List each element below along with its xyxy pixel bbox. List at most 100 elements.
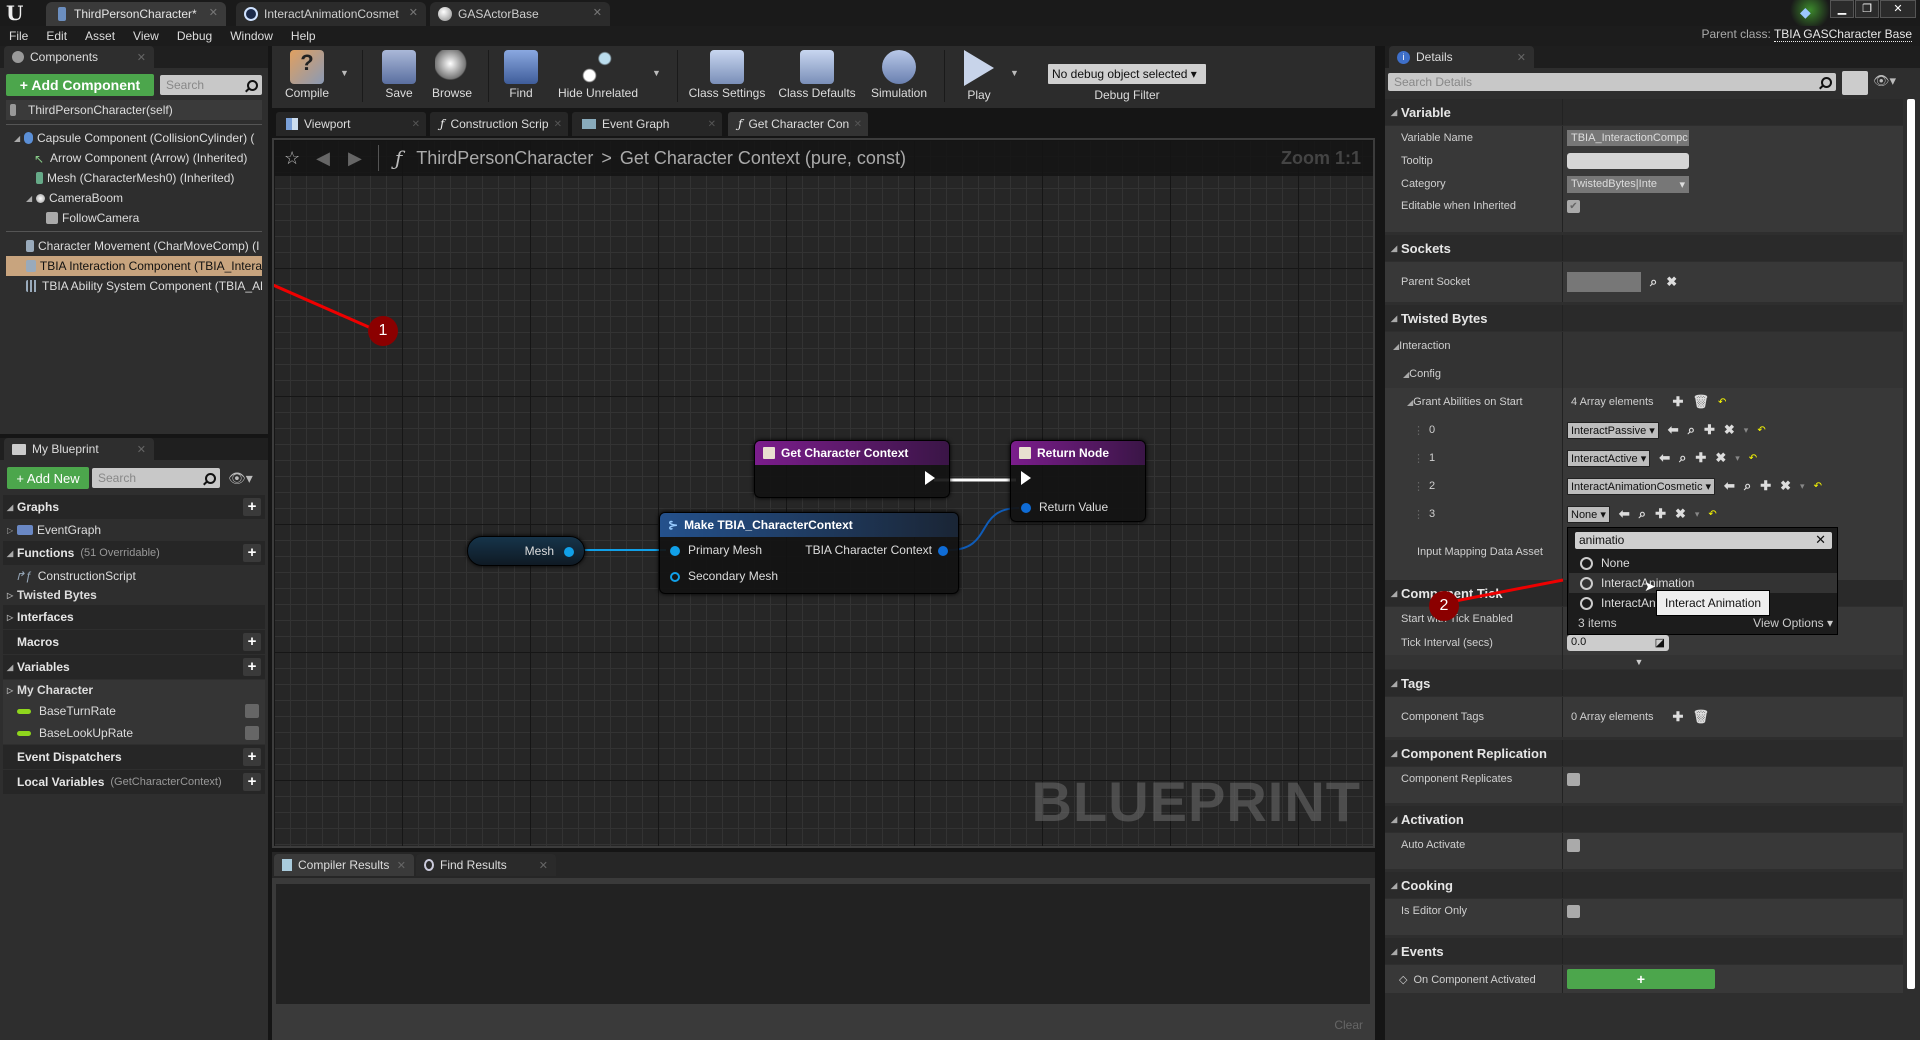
graph-tab-viewport[interactable]: Viewport ✕ (276, 112, 426, 136)
section-label: Graphs (17, 500, 60, 514)
simulation-button[interactable]: Simulation (862, 50, 936, 100)
blueprint-graph-canvas[interactable]: ☆ ◀ ▶ ƒ ThirdPersonCharacter > Get Chara… (272, 138, 1375, 848)
graph-tab-label: Event Graph (602, 117, 670, 131)
close-tab-icon[interactable]: ✕ (539, 859, 548, 872)
component-cameraboom[interactable]: ◢ CameraBoom (26, 188, 264, 208)
component-tbia-interaction[interactable]: TBIA Interaction Component (TBIA_Intera (6, 256, 262, 276)
section-variables[interactable]: ◢ Variables + (3, 655, 265, 679)
component-capsule[interactable]: ◢ Capsule Component (CollisionCylinder) ( (14, 128, 264, 148)
separator (677, 50, 678, 102)
visibility-toggle-icon[interactable] (245, 704, 259, 718)
item-constructionscript[interactable]: ↱ƒ ConstructionScript (3, 566, 265, 586)
class-defaults-button[interactable]: Class Defaults (772, 50, 862, 100)
parent-class-link[interactable]: TBIA GASCharacter Base (1773, 27, 1912, 42)
add-variable-button[interactable]: + (243, 658, 261, 676)
unreal-logo-icon: U (6, 1, 24, 25)
section-functions[interactable]: ◢ Functions (51 Overridable) + (3, 541, 265, 565)
restore-button[interactable]: ❐ (1855, 0, 1879, 18)
hide-unrelated-dropdown[interactable]: ▼ (652, 68, 661, 78)
close-tab-icon[interactable]: ✕ (137, 443, 146, 456)
compile-button[interactable]: ? Compile (272, 50, 342, 100)
item-my-character[interactable]: ▷ My Character (3, 680, 265, 700)
close-tab-icon[interactable]: ✕ (412, 119, 420, 130)
add-function-button[interactable]: + (243, 544, 261, 562)
variable-baseturnrate[interactable]: BaseTurnRate (3, 700, 265, 722)
close-tab-icon[interactable]: ✕ (397, 859, 406, 872)
components-search-input[interactable]: Search (160, 75, 262, 95)
component-mesh[interactable]: Mesh (CharacterMesh0) (Inherited) (36, 168, 264, 188)
divider (6, 124, 262, 125)
save-icon (382, 50, 416, 84)
components-tab[interactable]: Components ✕ (4, 46, 154, 68)
event-graph-icon (17, 525, 33, 535)
item-label: EventGraph (37, 523, 102, 537)
section-graphs[interactable]: ◢ Graphs + (3, 495, 265, 519)
component-character-movement[interactable]: Character Movement (CharMoveComp) (I (26, 236, 264, 256)
view-options-eye-icon[interactable]: 👁▾ (228, 470, 253, 487)
section-interfaces[interactable]: ▷ Interfaces (3, 605, 265, 629)
add-macro-button[interactable]: + (243, 633, 261, 651)
class-settings-button[interactable]: Class Settings (682, 50, 772, 100)
doc-tab-thirdpersoncharacter[interactable]: ThirdPersonCharacter* ✕ (46, 2, 226, 26)
browse-button[interactable]: Browse (417, 50, 487, 100)
menu-debug[interactable]: Debug (168, 29, 221, 43)
close-tab-icon[interactable]: ✕ (209, 6, 218, 19)
close-window-button[interactable]: ✕ (1880, 0, 1916, 18)
play-options-dropdown[interactable]: ▼ (1010, 68, 1019, 78)
item-eventgraph[interactable]: ▷ EventGraph (3, 520, 265, 540)
component-root[interactable]: ThirdPersonCharacter(self) (6, 100, 262, 120)
close-tab-icon[interactable]: ✕ (137, 51, 146, 64)
float-type-icon (17, 730, 31, 736)
play-button[interactable]: Play (944, 50, 1014, 102)
section-local-variables[interactable]: Local Variables (GetCharacterContext) + (3, 770, 265, 794)
doc-tab-gasactorbase[interactable]: GASActorBase ✕ (430, 2, 610, 26)
graph-tab-label: Get Character Con (748, 117, 850, 131)
divider (6, 231, 262, 232)
visibility-toggle-icon[interactable] (245, 726, 259, 740)
item-twisted-bytes[interactable]: ▷ Twisted Bytes (3, 586, 265, 604)
doc-tab-interactanimation[interactable]: InteractAnimationCosmet ✕ (236, 2, 426, 26)
clear-button[interactable]: Clear (1334, 1018, 1363, 1032)
expand-icon: ◢ (26, 193, 33, 203)
menu-help[interactable]: Help (282, 29, 325, 43)
menu-edit[interactable]: Edit (37, 29, 76, 43)
tab-compiler-results[interactable]: Compiler Results ✕ (274, 854, 414, 876)
source-control-icon[interactable]: ◆ (1800, 4, 1811, 21)
section-label: Local Variables (17, 775, 105, 789)
graph-tab-construction-script[interactable]: ƒ Construction Scrip ✕ (430, 112, 568, 136)
menu-file[interactable]: File (0, 29, 37, 43)
add-component-button[interactable]: + Add Component (6, 74, 154, 96)
component-followcamera[interactable]: FollowCamera (46, 208, 264, 228)
close-tab-icon[interactable]: ✕ (708, 119, 716, 130)
menu-asset[interactable]: Asset (76, 29, 124, 43)
close-tab-icon[interactable]: ✕ (593, 6, 602, 19)
compile-options-dropdown[interactable]: ▼ (340, 68, 349, 78)
close-tab-icon[interactable]: ✕ (554, 119, 562, 130)
class-settings-label: Class Settings (688, 86, 766, 100)
close-tab-icon[interactable]: ✕ (854, 119, 862, 130)
component-arrow[interactable]: ↖ Arrow Component (Arrow) (Inherited) (34, 148, 264, 168)
add-local-variable-button[interactable]: + (243, 773, 261, 791)
debug-object-select[interactable]: No debug object selected ▾ (1048, 64, 1206, 84)
add-new-button[interactable]: + Add New (7, 467, 89, 489)
annotation-arrows (274, 283, 381, 334)
graph-tab-get-character-context[interactable]: ƒ Get Character Con ✕ (728, 112, 868, 136)
tab-find-results[interactable]: Find Results ✕ (416, 854, 556, 876)
my-blueprint-tab[interactable]: My Blueprint ✕ (4, 438, 154, 460)
component-tbia-ability-system[interactable]: TBIA Ability System Component (TBIA_Al (26, 276, 264, 296)
minimize-button[interactable]: ▁ (1830, 0, 1854, 18)
menu-view[interactable]: View (124, 29, 168, 43)
find-button[interactable]: Find (486, 50, 556, 100)
title-bar: U ThirdPersonCharacter* ✕ InteractAnimat… (0, 0, 1920, 30)
close-tab-icon[interactable]: ✕ (409, 6, 418, 19)
blueprint-search-input[interactable]: Search (92, 468, 220, 488)
add-dispatcher-button[interactable]: + (243, 748, 261, 766)
hide-unrelated-button[interactable]: Hide Unrelated (548, 50, 648, 100)
section-event-dispatchers[interactable]: Event Dispatchers + (3, 745, 265, 769)
section-label: Macros (17, 635, 60, 649)
graph-tab-event-graph[interactable]: Event Graph ✕ (572, 112, 722, 136)
add-graph-button[interactable]: + (243, 498, 261, 516)
menu-window[interactable]: Window (221, 29, 282, 43)
variable-baselookuprate[interactable]: BaseLookUpRate (3, 722, 265, 744)
section-macros[interactable]: Macros + (3, 630, 265, 654)
